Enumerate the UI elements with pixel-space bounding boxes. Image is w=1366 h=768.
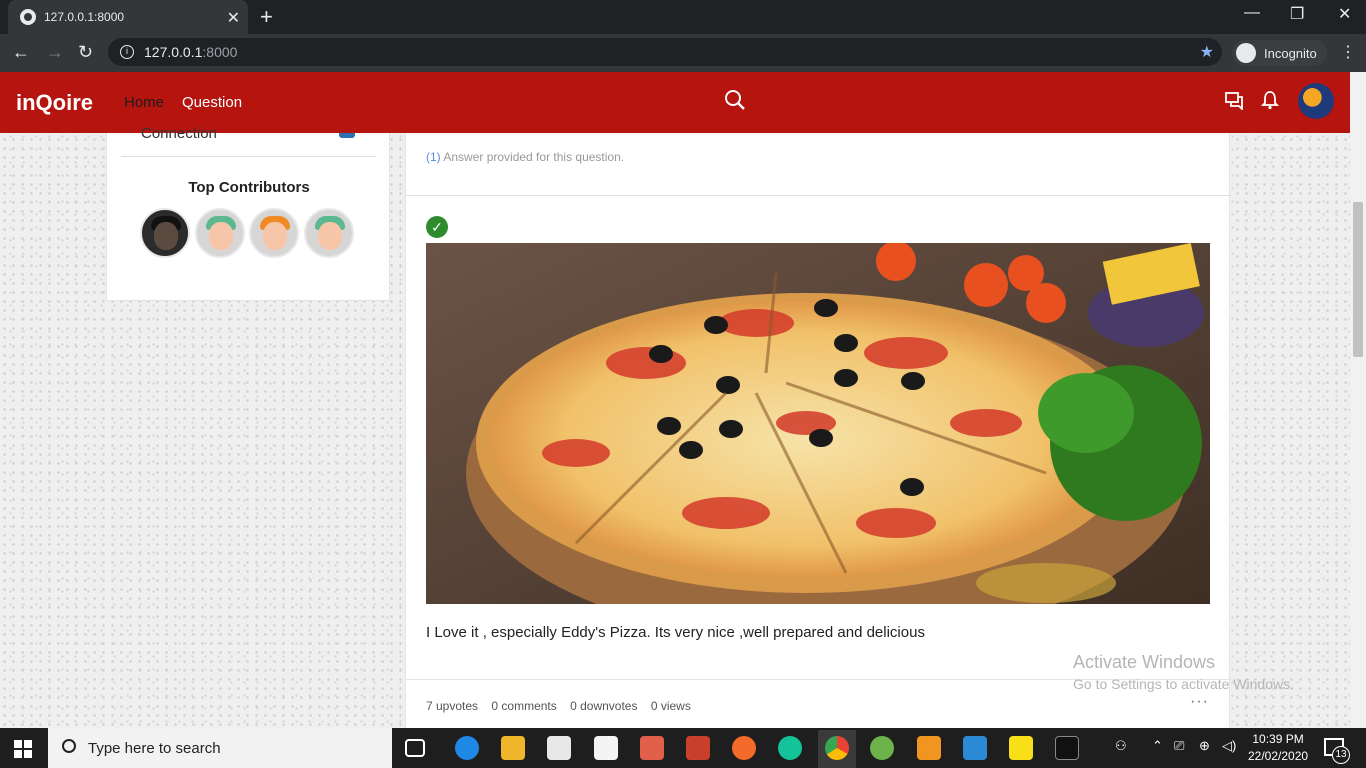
- watermark-title: Activate Windows: [1073, 652, 1216, 672]
- browser-tab-strip: 127.0.0.1:8000 ✕ + — ❐ ✕: [0, 0, 1366, 34]
- watermark-subtitle: Go to Settings to activate Windows.: [1073, 676, 1294, 692]
- window-close-icon[interactable]: ✕: [1338, 4, 1351, 24]
- people-icon[interactable]: ⚇: [1115, 738, 1127, 754]
- postman-icon[interactable]: [732, 736, 756, 760]
- bell-icon[interactable]: [1261, 90, 1279, 110]
- site-logo[interactable]: inQoire: [16, 90, 93, 116]
- incognito-label: Incognito: [1264, 45, 1317, 61]
- url-host: 127.0.0.1: [144, 44, 203, 60]
- views-count: 0 views: [650, 699, 691, 713]
- answer-text: I Love it , especially Eddy's Pizza. Its…: [426, 624, 925, 641]
- volume-icon[interactable]: ◁): [1222, 738, 1236, 754]
- chat-icon[interactable]: [1224, 90, 1244, 110]
- app-icon[interactable]: [686, 736, 710, 760]
- windows-taskbar: Type here to search ⚇ ⌃ ⎚ ⊕ ◁) 10:39 PM …: [0, 728, 1366, 768]
- sidebar-item-connection[interactable]: Connection: [141, 125, 217, 142]
- nav-link-question[interactable]: Question: [182, 94, 242, 111]
- file-explorer-icon[interactable]: [501, 736, 525, 760]
- edge-icon[interactable]: [455, 736, 479, 760]
- upvotes-link[interactable]: 7 upvotes: [426, 699, 478, 713]
- answer-count-line: (1) Answer provided for this question.: [426, 150, 624, 164]
- tray-chevron-icon[interactable]: ⌃: [1152, 738, 1163, 754]
- sublime-icon[interactable]: [917, 736, 941, 760]
- scrollbar-thumb[interactable]: [1353, 202, 1363, 357]
- page-scrollbar[interactable]: [1350, 72, 1366, 728]
- sidebar-card: Connection Top Contributors: [106, 125, 390, 301]
- close-tab-icon[interactable]: ✕: [227, 8, 240, 28]
- divider: [121, 156, 376, 157]
- comments-link[interactable]: 0 comments: [491, 699, 556, 713]
- git-icon[interactable]: [640, 736, 664, 760]
- browser-menu-icon[interactable]: ⋮: [1340, 42, 1356, 62]
- new-tab-icon[interactable]: +: [260, 4, 273, 30]
- activate-windows-watermark: Activate Windows Go to Settings to activ…: [1073, 652, 1294, 692]
- vscode-icon[interactable]: [963, 736, 987, 760]
- question-card: (1) Answer provided for this question. ✓: [405, 133, 1231, 728]
- clock-time: 10:39 PM: [1252, 732, 1304, 746]
- bookmark-star-icon[interactable]: ★: [1200, 42, 1214, 62]
- connection-count-badge: [339, 133, 355, 138]
- chrome-icon[interactable]: [825, 736, 849, 760]
- back-icon[interactable]: ←: [12, 42, 30, 63]
- globe-icon[interactable]: ⊕: [1199, 738, 1210, 754]
- network-icon[interactable]: ⎚: [1174, 738, 1184, 754]
- page-viewport: inQoire Home Question Connection Top Con…: [0, 72, 1350, 728]
- android-studio-icon[interactable]: [870, 736, 894, 760]
- incognito-icon: [1236, 43, 1256, 63]
- taskbar-search-input[interactable]: Type here to search: [48, 728, 392, 768]
- contributor-avatar[interactable]: [140, 208, 190, 258]
- sticky-notes-icon[interactable]: [1009, 736, 1033, 760]
- store-icon[interactable]: [547, 736, 571, 760]
- forward-icon[interactable]: →: [46, 42, 64, 63]
- incognito-badge[interactable]: Incognito: [1232, 40, 1327, 66]
- accepted-check-icon: ✓: [426, 216, 448, 238]
- contributor-avatar[interactable]: [195, 208, 245, 258]
- answer-count[interactable]: (1): [426, 150, 441, 164]
- taskbar-search-placeholder: Type here to search: [88, 739, 221, 757]
- task-view-icon[interactable]: [405, 739, 425, 757]
- browser-tab[interactable]: 127.0.0.1:8000 ✕: [8, 0, 248, 34]
- clock-date: 22/02/2020: [1248, 749, 1309, 763]
- terminal-icon[interactable]: [1055, 736, 1079, 760]
- mail-icon[interactable]: [594, 736, 618, 760]
- reload-icon[interactable]: ↻: [78, 42, 93, 63]
- contributor-avatar[interactable]: [304, 208, 354, 258]
- minimize-icon[interactable]: —: [1244, 4, 1260, 22]
- site-navbar: inQoire Home Question: [0, 72, 1350, 133]
- answer-count-text: Answer provided for this question.: [440, 150, 625, 164]
- answer-image-pizza: [426, 243, 1210, 604]
- info-icon[interactable]: i: [120, 45, 134, 59]
- downvotes-link[interactable]: 0 downvotes: [570, 699, 637, 713]
- grammarly-icon[interactable]: [778, 736, 802, 760]
- search-icon[interactable]: [724, 89, 746, 111]
- windows-start-icon[interactable]: [14, 740, 32, 758]
- answer-stats: 7 upvotes 0 comments 0 downvotes 0 views: [426, 699, 701, 713]
- top-contributors-title: Top Contributors: [188, 179, 310, 196]
- globe-icon: [20, 9, 36, 25]
- divider: [406, 195, 1231, 196]
- more-options-icon[interactable]: ···: [1190, 693, 1209, 711]
- notification-count-badge: 13: [1332, 746, 1350, 764]
- search-icon: [62, 739, 76, 753]
- nav-link-home[interactable]: Home: [124, 94, 164, 111]
- contributor-avatar[interactable]: [249, 208, 299, 258]
- address-bar[interactable]: i 127.0.0.1:8000 ★: [108, 38, 1222, 66]
- taskbar-clock[interactable]: 10:39 PM 22/02/2020: [1248, 731, 1308, 765]
- browser-toolbar: ← → ↻ i 127.0.0.1:8000 ★ Incognito ⋮: [0, 34, 1366, 72]
- restore-icon[interactable]: ❐: [1290, 4, 1304, 24]
- tab-title: 127.0.0.1:8000: [44, 10, 125, 24]
- url-port: :8000: [202, 44, 238, 60]
- user-avatar[interactable]: [1298, 83, 1334, 119]
